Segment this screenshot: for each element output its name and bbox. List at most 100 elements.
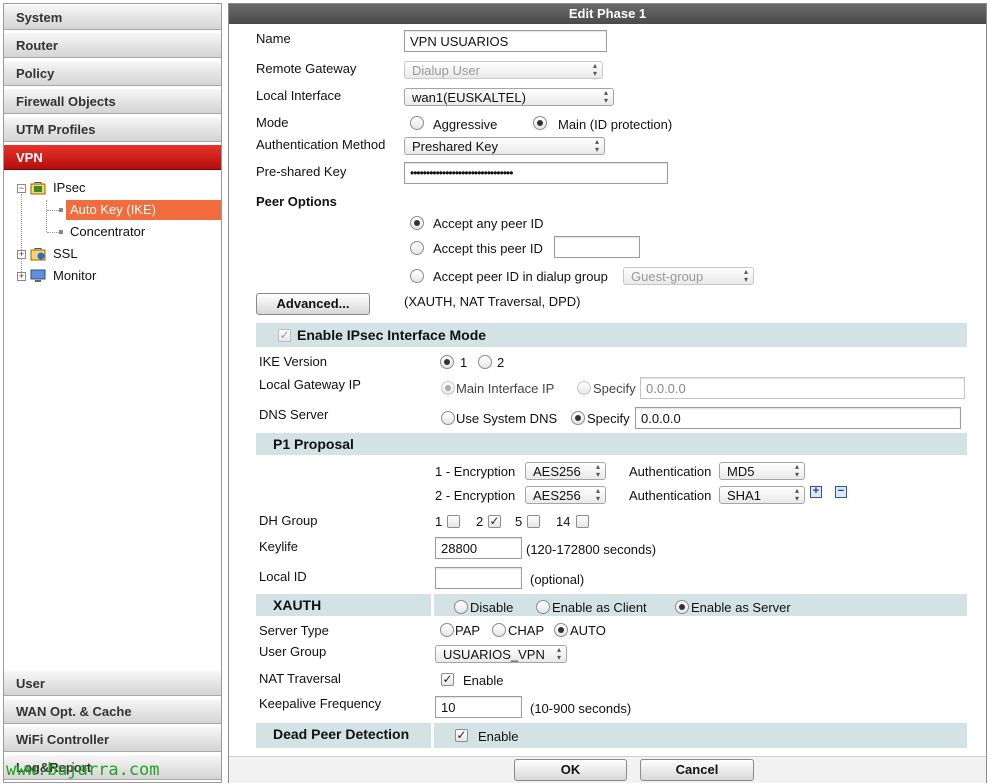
tree-guide xyxy=(47,232,59,233)
expand-monitor-icon[interactable]: + xyxy=(17,272,26,281)
dh-5-label: 5 xyxy=(515,514,523,529)
nav-wifi-controller[interactable]: WiFi Controller xyxy=(4,726,221,752)
dpd-title: Dead Peer Detection xyxy=(273,726,410,742)
tree-auto-key-ike[interactable]: Auto Key (IKE) xyxy=(66,200,221,220)
updown-arrow-icon: ▴ ▾ xyxy=(594,137,599,154)
mode-main-label: Main (ID protection) xyxy=(558,117,673,132)
keepalive-note: (10-900 seconds) xyxy=(530,701,632,716)
xauth-title: XAUTH xyxy=(273,597,322,613)
server-auto-label: AUTO xyxy=(570,623,606,638)
server-chap-radio[interactable] xyxy=(492,623,506,637)
dns-label: DNS Server xyxy=(259,407,329,422)
local-gw-specify-label: Specify xyxy=(593,381,636,396)
local-gw-specify-radio[interactable] xyxy=(577,381,591,395)
keylife-label: Keylife xyxy=(259,539,299,554)
expand-ssl-icon[interactable]: + xyxy=(17,250,26,259)
dh-14-checkbox[interactable] xyxy=(576,515,589,528)
ike-v1-radio[interactable] xyxy=(440,355,454,369)
panel-title: Edit Phase 1 xyxy=(229,4,986,24)
server-type-label: Server Type xyxy=(259,623,329,638)
dpd-enable-checkbox[interactable]: ✓ xyxy=(455,729,468,742)
nav-router[interactable]: Router xyxy=(4,32,221,58)
dh-14-label: 14 xyxy=(556,514,571,529)
auth2-select[interactable]: SHA1 ▴ ▾ xyxy=(719,486,805,504)
xauth-client-label: Enable as Client xyxy=(552,600,647,615)
local-gw-main-radio[interactable] xyxy=(441,381,455,395)
dh-1-checkbox[interactable] xyxy=(447,515,460,528)
auth-method-label: Authentication Method xyxy=(256,137,386,152)
interface-mode-title: Enable IPsec Interface Mode xyxy=(297,327,487,343)
nat-enable-checkbox[interactable]: ✓ xyxy=(441,673,454,686)
leaf-bullet-icon xyxy=(59,230,63,234)
peer-any-radio[interactable] xyxy=(410,216,424,230)
updown-arrow-icon: ▴ ▾ xyxy=(794,486,799,503)
name-input[interactable]: VPN USUARIOS xyxy=(404,30,607,52)
nav-vpn[interactable]: VPN xyxy=(4,144,221,170)
xauth-client-radio[interactable] xyxy=(536,600,550,614)
add-proposal-icon[interactable]: + xyxy=(810,486,822,498)
peer-options-label: Peer Options xyxy=(256,194,337,209)
dns-system-label: Use System DNS xyxy=(456,411,558,426)
sidebar: System Router Policy Firewall Objects UT… xyxy=(3,3,222,783)
nav-wan-opt-cache[interactable]: WAN Opt. & Cache xyxy=(4,698,221,724)
dh-5-checkbox[interactable] xyxy=(527,515,540,528)
ok-button[interactable]: OK xyxy=(514,759,627,781)
interface-mode-checkbox[interactable]: ✓ xyxy=(278,329,291,342)
ipsec-lock-icon xyxy=(30,182,46,195)
nav-user[interactable]: User xyxy=(4,670,221,696)
dns-specify-radio[interactable] xyxy=(571,411,585,425)
nav-system[interactable]: System xyxy=(4,4,221,30)
remove-proposal-icon[interactable]: − xyxy=(835,486,847,498)
user-group-label: User Group xyxy=(259,644,327,659)
local-id-input[interactable] xyxy=(435,567,522,589)
tree-ssl[interactable]: SSL xyxy=(53,244,78,264)
monitor-icon xyxy=(30,269,46,282)
p1-proposal-band xyxy=(256,433,967,455)
tree-guide xyxy=(47,210,59,211)
xauth-server-radio[interactable] xyxy=(675,600,689,614)
xauth-disable-radio[interactable] xyxy=(454,600,468,614)
tree-monitor[interactable]: Monitor xyxy=(53,266,96,286)
dns-input[interactable]: 0.0.0.0 xyxy=(635,407,961,429)
auth1-select[interactable]: MD5 ▴ ▾ xyxy=(719,462,805,480)
server-auto-radio[interactable] xyxy=(554,623,568,637)
user-group-select[interactable]: USUARIOS_VPN ▴ ▾ xyxy=(435,645,567,663)
tree-ipsec[interactable]: IPsec xyxy=(53,178,86,198)
nav-policy[interactable]: Policy xyxy=(4,60,221,86)
leaf-bullet-icon xyxy=(59,208,63,212)
local-interface-select[interactable]: wan1(EUSKALTEL) ▴ ▾ xyxy=(404,88,614,106)
cancel-button[interactable]: Cancel xyxy=(640,759,754,781)
keylife-input[interactable]: 28800 xyxy=(435,537,522,559)
mode-main-radio[interactable] xyxy=(533,116,547,130)
p1-proposal-title: P1 Proposal xyxy=(273,436,354,452)
psk-input[interactable]: •••••••••••••••••••••••••••••••• xyxy=(404,162,668,184)
ike-v2-radio[interactable] xyxy=(478,355,492,369)
enc1-select[interactable]: AES256 ▴ ▾ xyxy=(525,462,606,480)
server-pap-radio[interactable] xyxy=(440,623,454,637)
advanced-button[interactable]: Advanced... xyxy=(256,293,370,315)
local-gw-input[interactable]: 0.0.0.0 xyxy=(640,377,965,399)
ssl-lock-icon xyxy=(30,248,46,261)
mode-aggressive-radio[interactable] xyxy=(410,116,424,130)
enc2-select[interactable]: AES256 ▴ ▾ xyxy=(525,486,606,504)
peer-id-input[interactable] xyxy=(554,236,640,258)
keepalive-input[interactable]: 10 xyxy=(435,696,522,718)
tree-concentrator[interactable]: Concentrator xyxy=(70,222,145,242)
watermark: www.bujarra.com xyxy=(6,760,160,780)
user-group-value: USUARIOS_VPN xyxy=(443,647,545,662)
dh-2-checkbox[interactable]: ✓ xyxy=(488,515,501,528)
dns-system-radio[interactable] xyxy=(441,411,455,425)
auth1-label: Authentication xyxy=(629,464,712,479)
enc1-value: AES256 xyxy=(533,464,581,479)
keylife-note: (120-172800 seconds) xyxy=(526,542,657,557)
auth-method-select[interactable]: Preshared Key ▴ ▾ xyxy=(404,137,605,155)
psk-label: Pre-shared Key xyxy=(256,164,347,179)
nav-utm-profiles[interactable]: UTM Profiles xyxy=(4,116,221,142)
collapse-ipsec-icon[interactable]: − xyxy=(17,184,26,193)
peer-group-radio[interactable] xyxy=(410,269,424,283)
nav-firewall-objects[interactable]: Firewall Objects xyxy=(4,88,221,114)
updown-arrow-icon: ▴ ▾ xyxy=(743,267,748,284)
peer-this-radio[interactable] xyxy=(410,241,424,255)
peer-group-select[interactable]: Guest-group ▴ ▾ xyxy=(623,267,754,285)
remote-gateway-select[interactable]: Dialup User ▴ ▾ xyxy=(404,61,603,79)
